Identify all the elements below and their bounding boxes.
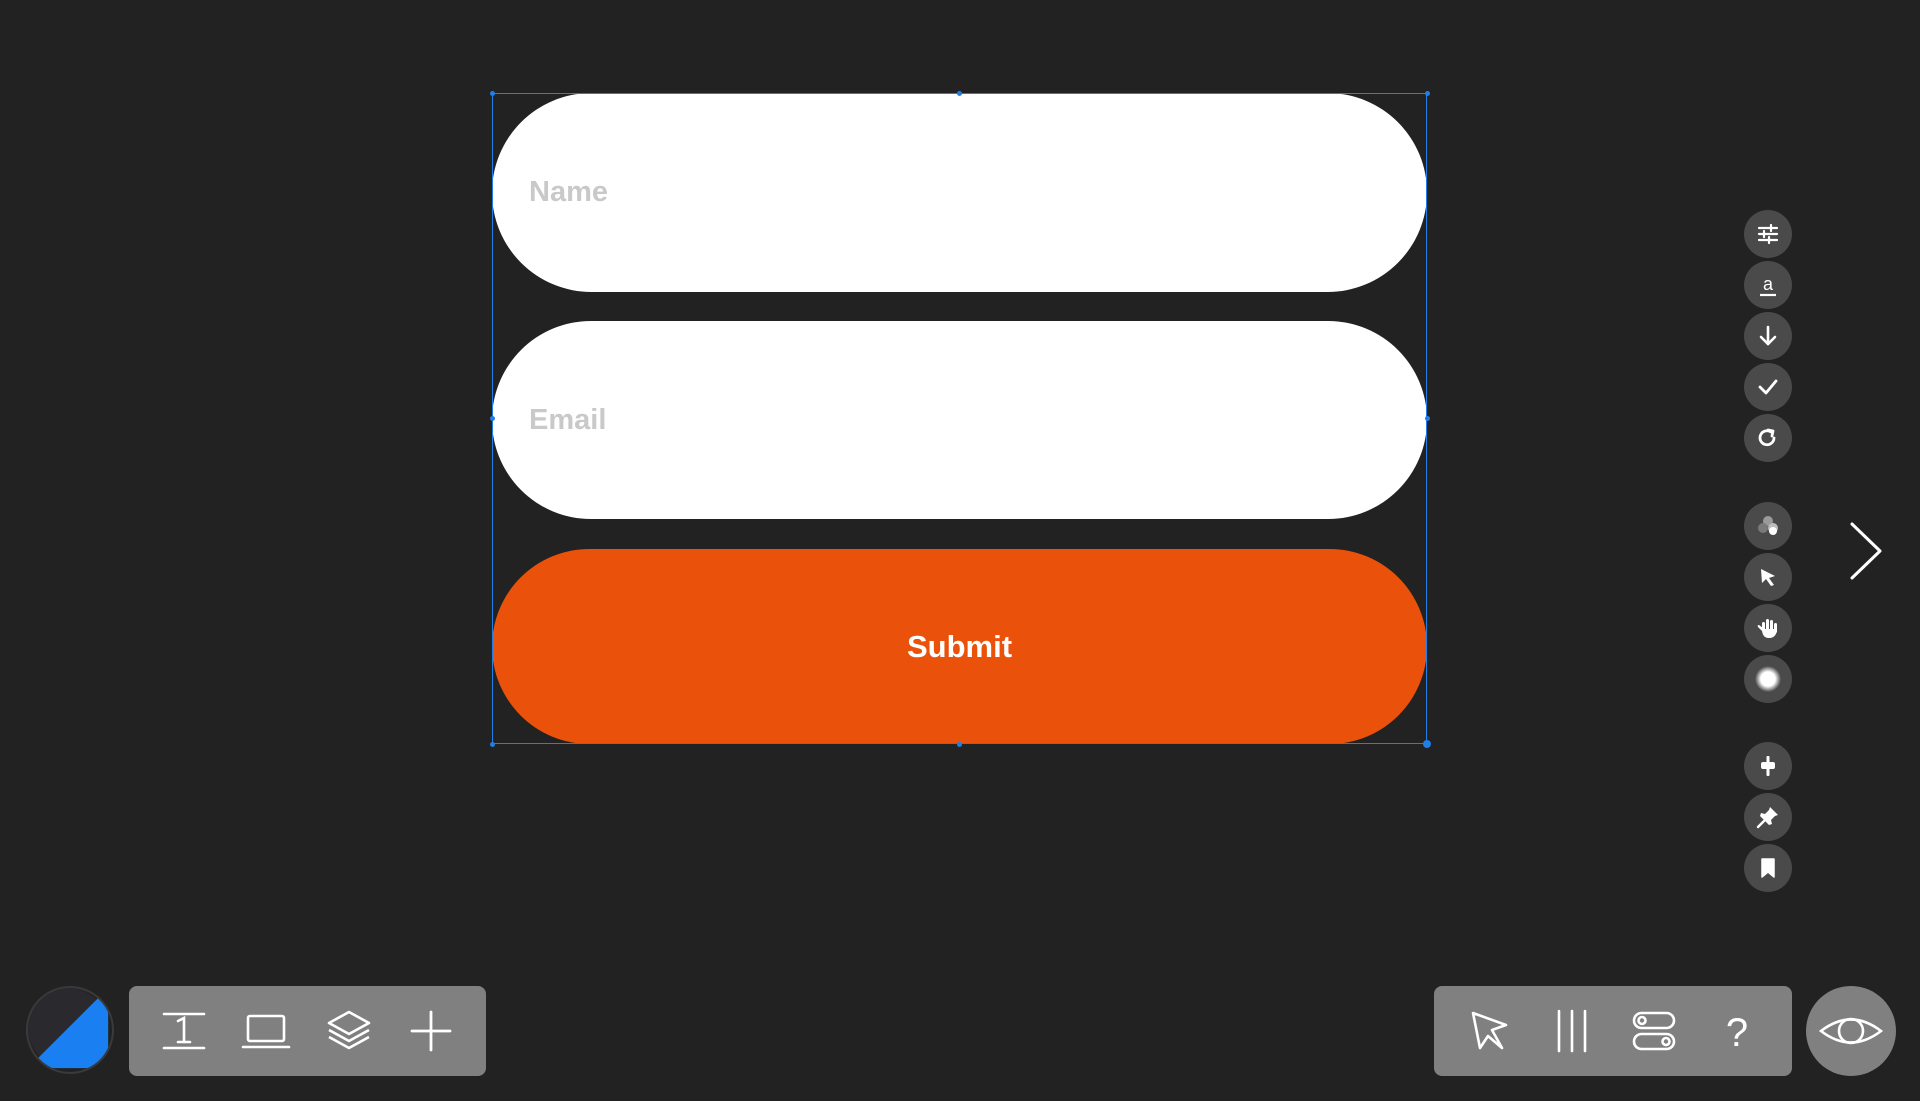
chevron-right-icon[interactable] (1846, 520, 1886, 582)
blur-icon[interactable] (1744, 655, 1792, 703)
svg-text:?: ? (1726, 1011, 1748, 1055)
resize-handle-right[interactable] (1424, 416, 1430, 421)
selection-frame[interactable] (489, 90, 1431, 748)
device-icon[interactable] (234, 999, 298, 1063)
arrow-down-icon[interactable] (1744, 312, 1792, 360)
bottom-left-toolbar (129, 986, 486, 1076)
bookmark-icon[interactable] (1744, 844, 1792, 892)
color-blend-icon[interactable] (1744, 502, 1792, 550)
resize-handle-bottom[interactable] (957, 741, 962, 747)
layers-icon[interactable] (317, 999, 381, 1063)
align-center-icon[interactable] (1744, 742, 1792, 790)
pointer-icon[interactable] (1744, 553, 1792, 601)
resize-handle-top[interactable] (957, 90, 962, 96)
resize-handle-top-right[interactable] (1424, 90, 1430, 96)
resize-handle-bottom-left[interactable] (489, 741, 495, 747)
resize-handle-top-left[interactable] (489, 90, 495, 96)
pin-icon[interactable] (1744, 793, 1792, 841)
hand-icon[interactable] (1744, 604, 1792, 652)
help-icon[interactable]: ? (1705, 999, 1769, 1063)
resize-handle-bottom-right[interactable] (1423, 740, 1431, 748)
columns-icon[interactable] (1540, 999, 1604, 1063)
theme-toggle-icon[interactable] (26, 986, 114, 1074)
add-icon[interactable] (399, 999, 463, 1063)
toggles-icon[interactable] (1622, 999, 1686, 1063)
text-tool-icon[interactable] (152, 999, 216, 1063)
select-tool-icon[interactable] (1457, 999, 1521, 1063)
eye-icon[interactable] (1806, 986, 1896, 1076)
sliders-icon[interactable] (1744, 210, 1792, 258)
design-canvas[interactable]: Name Email Submit a ? (0, 0, 1920, 1101)
checkmark-icon[interactable] (1744, 363, 1792, 411)
redo-icon[interactable] (1744, 414, 1792, 462)
resize-handle-left[interactable] (489, 416, 495, 421)
bottom-right-toolbar: ? (1434, 986, 1792, 1076)
svg-text:a: a (1763, 274, 1774, 294)
text-style-icon[interactable]: a (1744, 261, 1792, 309)
